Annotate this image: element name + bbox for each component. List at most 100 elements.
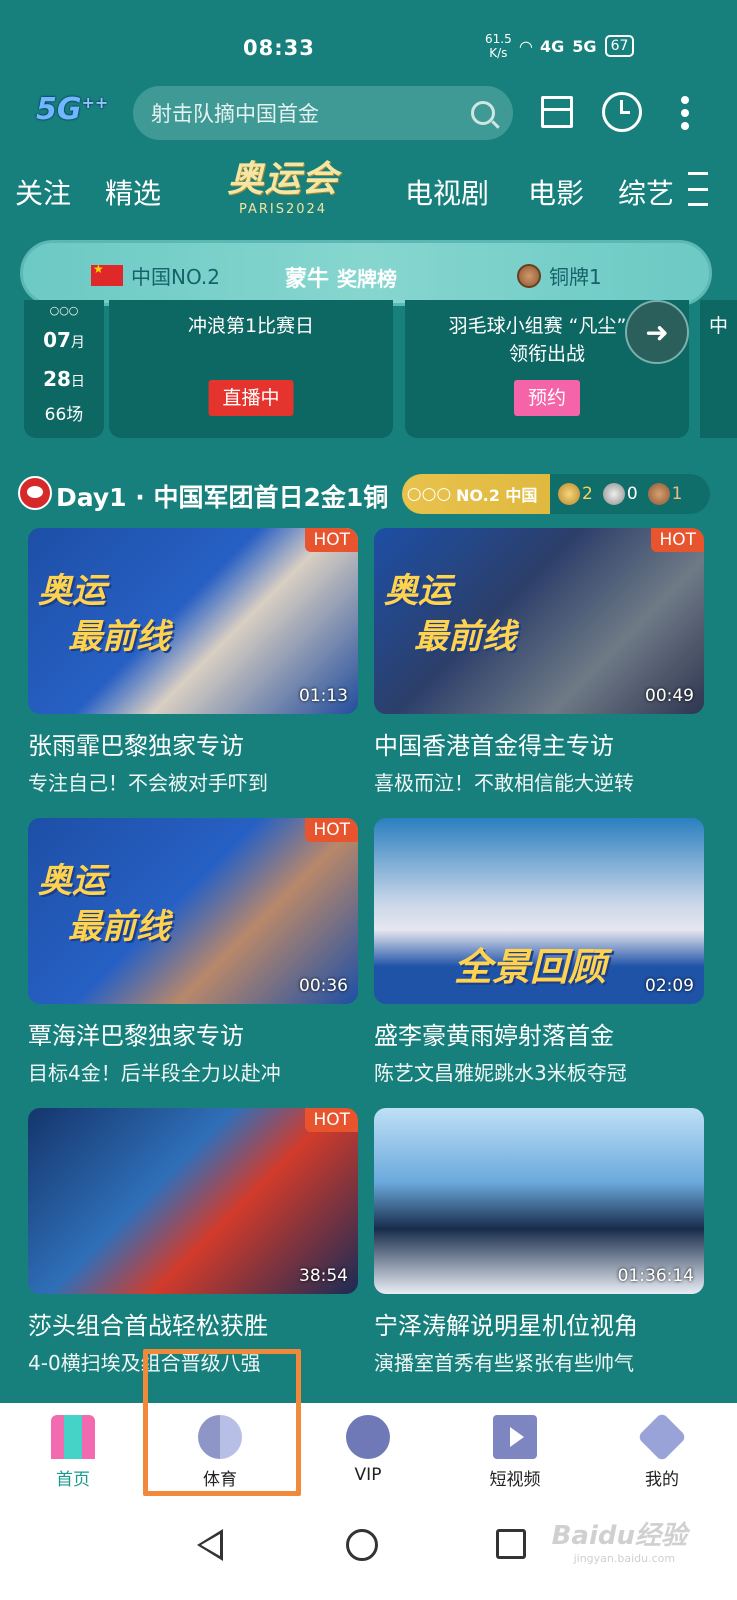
date-card[interactable]: ○○○ 07月 28日 66场 xyxy=(24,300,104,438)
silver-medal-icon xyxy=(602,483,625,505)
channel-menu-icon[interactable] xyxy=(688,172,708,206)
video-thumbnail[interactable]: 奥运 最前线 HOT 01:13 xyxy=(28,528,358,714)
section-title[interactable]: Day1 · 中国军团首日2金1铜 xyxy=(56,478,388,514)
video-thumbnail[interactable]: HOT 38:54 xyxy=(28,1108,358,1294)
video-title[interactable]: 中国香港首金得主专访 xyxy=(374,726,704,761)
olympic-rings-icon: ○○○ xyxy=(49,304,79,317)
search-placeholder: 射击队摘中国首金 xyxy=(151,102,319,126)
short-video-icon xyxy=(493,1415,537,1459)
video-thumbnail[interactable]: 奥运 最前线 HOT 00:36 xyxy=(28,818,358,1004)
video-card[interactable]: 全景回顾 02:09 盛李豪黄雨婷射落首金 陈艺文昌雅妮跳水3米板夺冠 xyxy=(374,818,704,1086)
message-box-icon[interactable] xyxy=(541,96,573,128)
video-subtitle: 专注自己！不会被对手吓到 xyxy=(28,771,268,795)
hot-badge: HOT xyxy=(651,528,704,552)
video-thumbnail[interactable]: 奥运 最前线 HOT 00:49 xyxy=(374,528,704,714)
back-icon[interactable] xyxy=(197,1529,223,1561)
profile-heart-icon xyxy=(637,1412,687,1462)
network-speed: 61.5 K/s xyxy=(485,32,512,60)
event-count: 66场 xyxy=(44,405,84,425)
home-icon xyxy=(51,1415,95,1459)
tab-variety[interactable]: 综艺 xyxy=(618,172,680,212)
app-logo: 5G++ xyxy=(36,92,109,127)
arrow-right-icon[interactable]: ➜ xyxy=(625,300,689,364)
top-bar: 5G++ 射击队摘中国首金 xyxy=(0,84,737,142)
video-thumbnail[interactable]: 01:36:14 xyxy=(374,1108,704,1294)
tab-tv-series[interactable]: 电视剧 xyxy=(405,172,489,212)
section-header: Day1 · 中国军团首日2金1铜 ○○○ NO.2 中国 2 0 1 xyxy=(18,472,718,516)
video-subtitle: 喜极而泣！不敢相信能大逆转 xyxy=(374,771,634,795)
medal-banner[interactable]: 中国NO.2 蒙牛 奖牌榜 铜牌1 xyxy=(20,240,712,306)
match-card-surfing[interactable]: 冲浪第1比赛日 直播中 xyxy=(109,300,393,438)
bronze-count: 1 xyxy=(647,483,682,505)
video-duration: 01:13 xyxy=(299,686,348,706)
video-duration: 00:36 xyxy=(299,976,348,996)
video-title[interactable]: 盛李豪黄雨婷射落首金 xyxy=(374,1016,704,1051)
match-card-peek[interactable]: 中 xyxy=(700,300,737,438)
signal-4g-icon: 4G xyxy=(540,36,565,56)
vip-icon xyxy=(346,1415,390,1459)
schedule-row: ○○○ 07月 28日 66场 冲浪第1比赛日 直播中 羽毛球小组赛 “凡尘”组… xyxy=(0,300,737,440)
video-duration: 02:09 xyxy=(645,976,694,996)
search-icon[interactable] xyxy=(471,101,495,125)
medal-summary-strip[interactable]: ○○○ NO.2 中国 2 0 1 xyxy=(402,474,710,514)
recent-apps-icon[interactable] xyxy=(496,1529,526,1559)
status-bar: 08:33 61.5 K/s ◠ 4G 5G 67 xyxy=(0,0,737,88)
gold-medal-icon xyxy=(558,483,580,505)
video-title[interactable]: 张雨霏巴黎独家专访 xyxy=(28,726,358,761)
tab-movie[interactable]: 电影 xyxy=(528,172,584,212)
silver-count: 0 xyxy=(602,483,638,505)
status-time: 08:33 xyxy=(243,36,315,60)
video-subtitle: 目标4金！后半段全力以赴冲 xyxy=(28,1061,281,1085)
video-title[interactable]: 莎头组合首战轻松获胜 xyxy=(28,1306,358,1341)
live-now-button[interactable]: 直播中 xyxy=(208,380,294,416)
wifi-icon: ◠ xyxy=(519,36,533,56)
olympics-tab-subtitle: PARIS2024 xyxy=(238,202,328,217)
nav-mine[interactable]: 我的 xyxy=(612,1412,712,1490)
video-subtitle: 陈艺文昌雅妮跳水3米板夺冠 xyxy=(374,1061,627,1085)
video-duration: 01:36:14 xyxy=(617,1266,694,1286)
bronze-medal-icon xyxy=(647,483,670,505)
video-card[interactable]: 奥运 最前线 HOT 00:49 中国香港首金得主专访 喜极而泣！不敢相信能大逆… xyxy=(374,528,704,796)
reserve-button[interactable]: 预约 xyxy=(513,380,581,416)
battery-icon: 67 xyxy=(604,35,635,57)
video-card[interactable]: HOT 38:54 莎头组合首战轻松获胜 4-0横扫埃及组合晋级八强 xyxy=(28,1108,358,1376)
video-card[interactable]: 奥运 最前线 HOT 01:13 张雨霏巴黎独家专访 专注自己！不会被对手吓到 xyxy=(28,528,358,796)
bottom-nav: 首页 体育 VIP 短视频 我的 xyxy=(0,1403,737,1501)
olympics-tab-title: 奥运会 xyxy=(227,159,339,200)
tab-featured[interactable]: 精选 xyxy=(105,172,161,212)
channel-tabs: 关注 精选 奥运会 PARIS2024 电视剧 电影 综艺 xyxy=(0,158,737,226)
hot-badge: HOT xyxy=(305,528,358,552)
more-menu-icon[interactable] xyxy=(680,96,690,130)
video-subtitle: 演播室首秀有些紧张有些帅气 xyxy=(374,1351,634,1375)
nav-home[interactable]: 首页 xyxy=(23,1415,123,1490)
highlight-annotation xyxy=(143,1349,301,1496)
watermark: Baidu经验 jingyan.baidu.com xyxy=(551,1521,687,1565)
status-indicators: 61.5 K/s ◠ 4G 5G 67 xyxy=(485,32,635,60)
signal-5g-icon: 5G xyxy=(572,36,597,56)
bronze-count: 铜牌1 xyxy=(517,261,602,290)
hot-badge: HOT xyxy=(305,1108,358,1132)
medal-board-label: 奖牌榜 xyxy=(337,266,398,291)
video-title[interactable]: 宁泽涛解说明星机位视角 xyxy=(374,1306,704,1341)
mascot-icon xyxy=(18,476,52,510)
china-flag-icon xyxy=(91,262,123,286)
medal-rank: 中国NO.2 xyxy=(91,261,220,290)
video-duration: 38:54 xyxy=(299,1266,348,1286)
nav-vip[interactable]: VIP xyxy=(318,1415,418,1485)
nav-short-video[interactable]: 短视频 xyxy=(465,1415,565,1490)
bronze-medal-icon xyxy=(517,263,541,288)
video-card[interactable]: 01:36:14 宁泽涛解说明星机位视角 演播室首秀有些紧张有些帅气 xyxy=(374,1108,704,1376)
home-circle-icon[interactable] xyxy=(346,1529,378,1561)
tab-olympics[interactable]: 奥运会 PARIS2024 xyxy=(218,158,348,222)
history-clock-icon[interactable] xyxy=(602,92,642,132)
video-thumbnail[interactable]: 全景回顾 02:09 xyxy=(374,818,704,1004)
video-title[interactable]: 覃海洋巴黎独家专访 xyxy=(28,1016,358,1051)
hot-badge: HOT xyxy=(305,818,358,842)
tab-follow[interactable]: 关注 xyxy=(15,172,71,212)
medal-board-brand: 蒙牛 奖牌榜 xyxy=(285,261,397,293)
video-card[interactable]: 奥运 最前线 HOT 00:36 覃海洋巴黎独家专访 目标4金！后半段全力以赴冲 xyxy=(28,818,358,1086)
mengniu-logo: 蒙牛 xyxy=(285,267,330,292)
gold-count: 2 xyxy=(558,483,593,505)
video-duration: 00:49 xyxy=(645,686,694,706)
search-bar[interactable]: 射击队摘中国首金 xyxy=(133,86,513,140)
